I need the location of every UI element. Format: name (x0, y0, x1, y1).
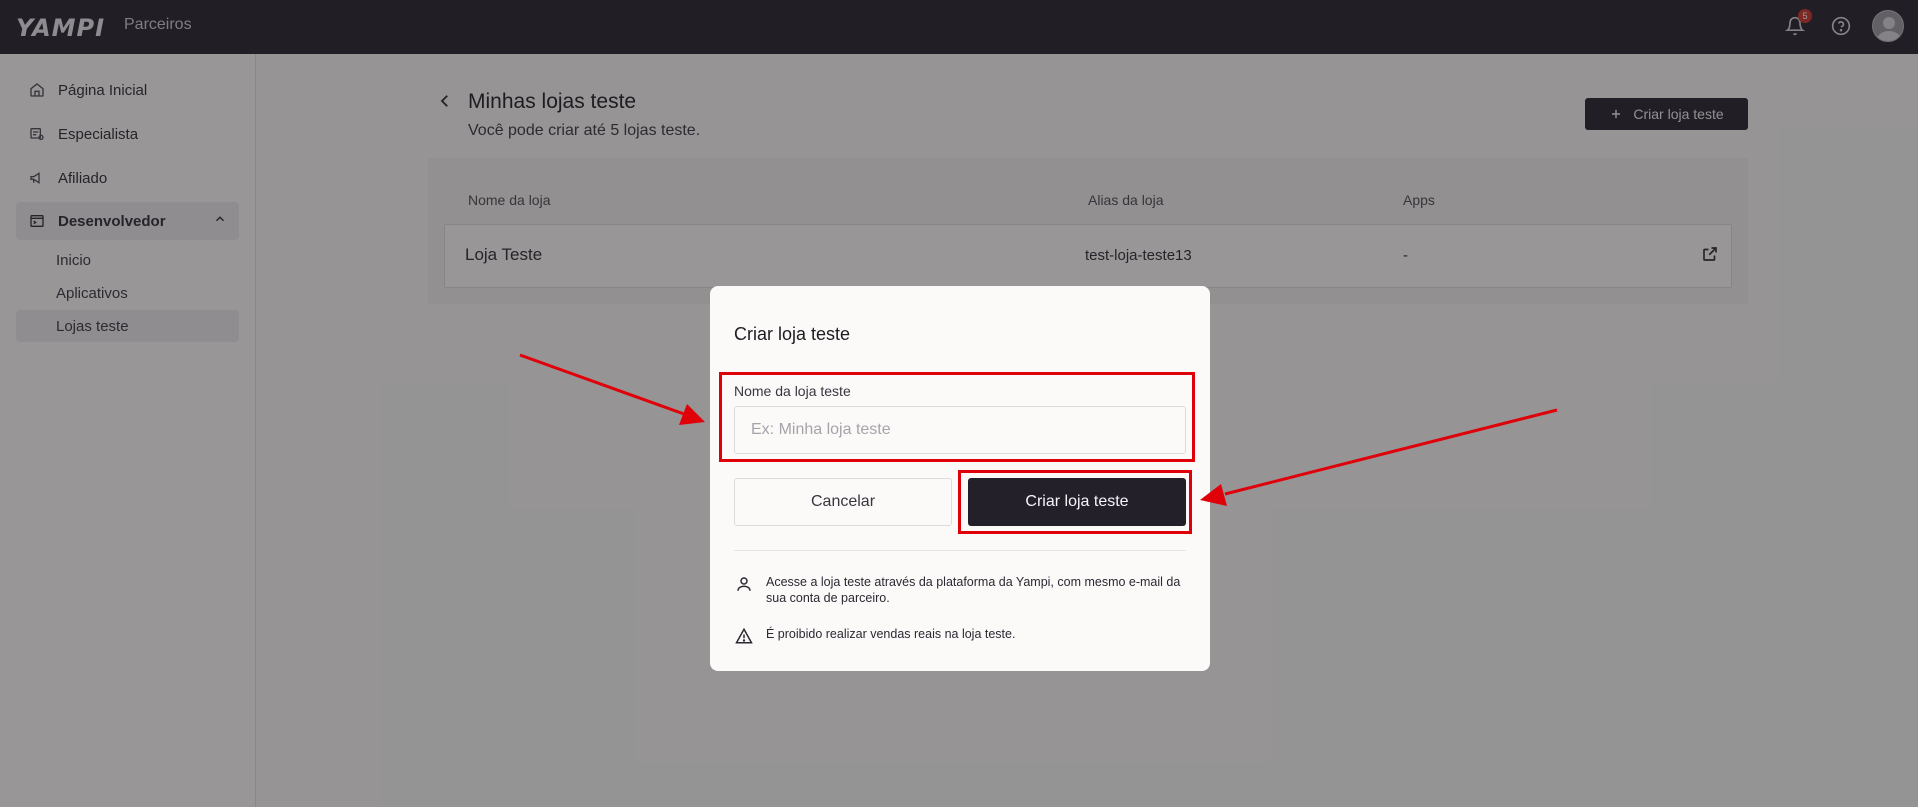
cancel-button[interactable]: Cancelar (734, 478, 952, 526)
info-warning: É proibido realizar vendas reais na loja… (734, 626, 1186, 646)
warning-icon (734, 626, 754, 646)
info-access-text: Acesse a loja teste através da plataform… (766, 575, 1181, 605)
user-icon (734, 574, 754, 594)
modal-title: Criar loja teste (734, 324, 851, 344)
info-warning-text: É proibido realizar vendas reais na loja… (766, 627, 1016, 641)
highlight-button-box (958, 470, 1192, 534)
info-access: Acesse a loja teste através da plataform… (734, 574, 1186, 606)
highlight-input-box (719, 372, 1195, 462)
divider (734, 550, 1186, 551)
